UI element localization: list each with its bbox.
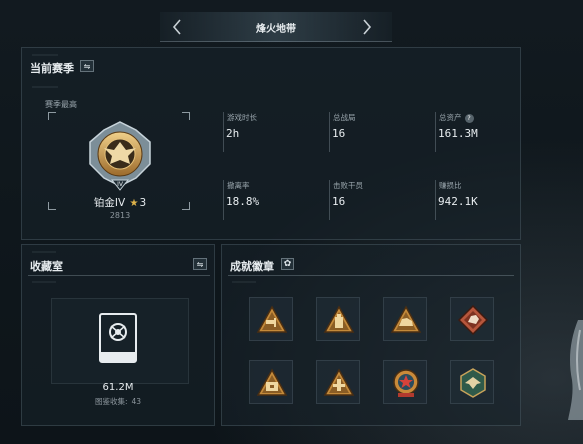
decor-line xyxy=(32,251,56,253)
stat-value: 18.8% xyxy=(226,195,260,208)
stat-label: 撤离率 xyxy=(227,181,250,190)
badge-item-4[interactable] xyxy=(450,297,494,341)
season-switch-button[interactable]: ⇋ xyxy=(80,60,94,72)
badge-item-8[interactable] xyxy=(450,360,494,404)
decor-line xyxy=(232,281,256,283)
collection-switch-button[interactable]: ⇋ xyxy=(193,258,207,270)
stat-label: 总战局 xyxy=(333,113,356,122)
platinum-rank-icon: IV xyxy=(89,121,151,191)
stat-value: 16 xyxy=(332,195,346,208)
stat-label: 击败干员 xyxy=(333,181,363,190)
help-icon[interactable]: ? xyxy=(464,113,474,123)
stat-label: 游戏时长 xyxy=(227,113,257,122)
decor-line xyxy=(32,54,58,56)
collection-count: 图鉴收集: 43 xyxy=(94,397,142,406)
badge-item-2[interactable] xyxy=(316,297,360,341)
badge-item-1[interactable] xyxy=(249,297,293,341)
stat-total-assets: 总资产? 161.3M xyxy=(435,112,525,152)
rank-score: 2813 xyxy=(109,211,131,220)
stat-value: 161.3M xyxy=(438,127,478,140)
season-title: 当前赛季 xyxy=(30,62,74,75)
season-panel: 当前赛季 ⇋ 赛季最高 IV 铂金IV ★3 2813 游戏时长 2h 总战局 … xyxy=(21,47,521,240)
eagle-hexagon-badge-icon xyxy=(460,368,486,398)
chevron-right-icon xyxy=(363,19,372,35)
collection-panel: 收藏室 ⇋ 61.2M 图鉴收集: 43 xyxy=(21,244,215,426)
badges-panel: 成就徽章 ✿ xyxy=(221,244,521,426)
beast-triangle-badge-icon xyxy=(390,305,422,333)
swap-icon: ⇋ xyxy=(83,61,91,71)
badges-title: 成就徽章 xyxy=(230,260,274,273)
badge-item-7[interactable] xyxy=(383,360,427,404)
stat-value: 16 xyxy=(332,127,346,140)
collection-title: 收藏室 xyxy=(30,260,63,273)
crate-triangle-badge-icon xyxy=(256,368,288,396)
divider xyxy=(28,275,210,276)
statue-decoration xyxy=(568,320,583,420)
stat-operators-defeated: 击败干员 16 xyxy=(329,180,419,220)
star-emblem-badge-icon xyxy=(393,369,419,397)
next-mode-button[interactable] xyxy=(356,17,376,37)
stat-total-matches: 总战局 16 xyxy=(329,112,419,152)
stat-label: 赚损比 xyxy=(439,181,462,190)
tower-triangle-badge-icon xyxy=(323,368,355,396)
collection-value: 61.2M xyxy=(102,382,134,393)
star-icon: ★ xyxy=(129,198,139,209)
stat-profit-loss-ratio: 赚损比 942.1K xyxy=(435,180,525,220)
badge-item-3[interactable] xyxy=(383,297,427,341)
rank-line: 铂金IV ★3 xyxy=(50,195,190,210)
stat-label: 总资产? xyxy=(439,112,474,123)
swap-icon: ⇋ xyxy=(196,259,204,269)
stat-value: 942.1K xyxy=(438,195,478,208)
ammo-triangle-badge-icon xyxy=(323,305,355,333)
hound-diamond-badge-icon xyxy=(457,304,489,336)
weapon-triangle-badge-icon xyxy=(256,305,288,333)
season-best-label: 赛季最高 xyxy=(45,100,77,109)
stat-extract-rate: 撤离率 18.8% xyxy=(223,180,313,220)
rank-name: 铂金IV xyxy=(93,197,126,209)
badge-item-6[interactable] xyxy=(316,360,360,404)
badges-settings-button[interactable]: ✿ xyxy=(281,258,294,270)
badge-item-5[interactable] xyxy=(249,360,293,404)
stat-play-time: 游戏时长 2h xyxy=(223,112,313,152)
display-cabinet-icon xyxy=(99,313,137,363)
divider xyxy=(228,275,514,276)
stat-value: 2h xyxy=(226,127,240,140)
rank-stars: 3 xyxy=(139,197,147,209)
decor-line xyxy=(32,86,58,88)
decor-line xyxy=(32,281,56,283)
svg-text:IV: IV xyxy=(117,181,124,188)
mode-header: 烽火地带 xyxy=(160,12,392,42)
gear-icon: ✿ xyxy=(283,259,292,269)
